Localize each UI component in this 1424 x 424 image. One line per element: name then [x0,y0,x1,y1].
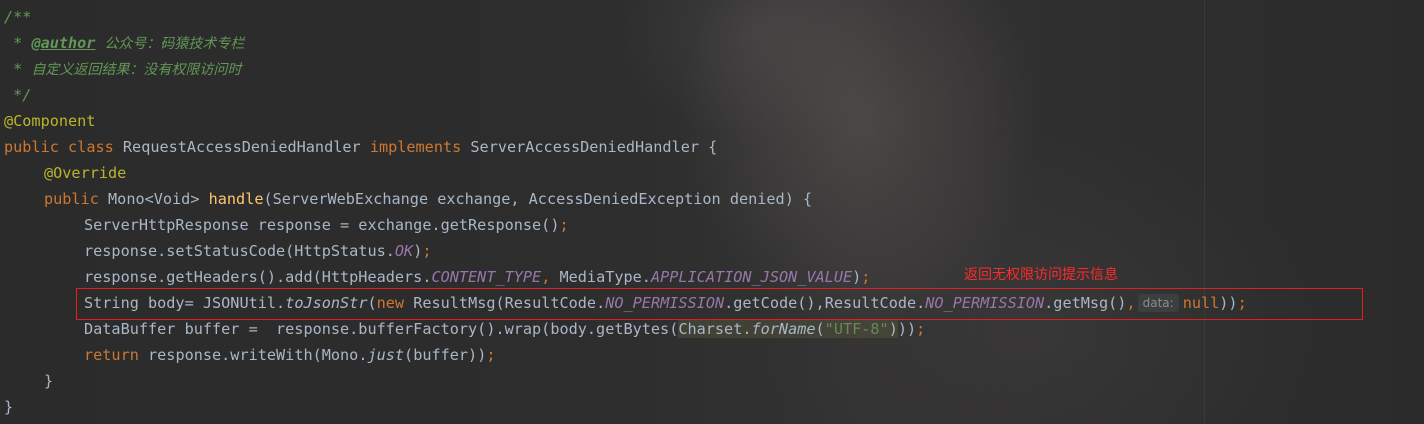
code-line-return[interactable]: return response.writeWith(Mono.just(buff… [84,342,496,368]
override-annotation: @Override [44,164,127,182]
paren-close: ) [888,320,898,338]
statement-buffer: DataBuffer buffer = response.bufferFacto… [84,320,679,338]
paren-close: ) [413,242,423,260]
keyword-public: public [4,138,59,156]
semicolon: ; [916,320,926,338]
doc-comment-open: /** [4,8,32,26]
doc-comment-star: * [4,60,32,78]
code-line-doc-desc[interactable]: * 自定义返回结果：没有权限访问时 [4,56,241,82]
media-type-ref: MediaType. [550,268,651,286]
brace-close: } [44,372,54,390]
keyword-implements: implements [369,138,462,156]
keyword-return: return [84,346,139,364]
brace-close: } [4,398,14,416]
paren-close: )) [897,320,917,338]
string-utf8: "UTF-8" [824,320,889,338]
highlighted-expression: Charset.forName("UTF-8") [678,320,898,338]
const-ok: OK [394,242,414,260]
annotation-note: 返回无权限访问提示信息 [964,267,1118,283]
statement-add-header: response.getHeaders().add(HttpHeaders. [84,268,432,286]
brace-open: { [699,138,718,156]
buffer-arg: (buffer)) [404,346,487,364]
class-name: RequestAccessDeniedHandler [122,138,361,156]
code-line-method-close[interactable]: } [44,368,53,394]
charset-ref: Charset. [678,320,752,338]
code-line-class-close[interactable]: } [4,394,13,420]
highlight-box [76,288,1363,320]
doc-comment-close: */ [4,86,32,104]
return-type: Mono<Void> [108,190,200,208]
keyword-public: public [44,190,99,208]
interface-name: ServerAccessDeniedHandler [470,138,699,156]
code-line-doc-close[interactable]: */ [4,82,31,108]
code-line-component[interactable]: @Component [4,108,95,134]
code-editor[interactable]: /** * @author 公众号：码猿技术专栏 * 自定义返回结果：没有权限访… [0,0,1424,424]
semicolon: ; [559,216,569,234]
const-content-type: CONTENT_TYPE [431,268,542,286]
doc-description: 自定义返回结果：没有权限访问时 [31,62,242,78]
code-line-class-decl[interactable]: public class RequestAccessDeniedHandler … [4,134,717,160]
method-params: (ServerWebExchange exchange, AccessDenie… [263,190,813,208]
code-line-add-header[interactable]: response.getHeaders().add(HttpHeaders.CO… [84,264,870,290]
const-application-json: APPLICATION_JSON_VALUE [650,268,853,286]
semicolon: ; [861,268,871,286]
doc-comment-star: * [4,34,32,52]
statement-get-response: ServerHttpResponse response = exchange.g… [84,216,560,234]
statement-set-status: response.setStatusCode(HttpStatus. [84,242,395,260]
method-name: handle [208,190,264,208]
write-with-call: response.writeWith(Mono. [138,346,368,364]
code-line-set-status[interactable]: response.setStatusCode(HttpStatus.OK); [84,238,432,264]
code-line-override[interactable]: @Override [44,160,126,186]
component-annotation: @Component [4,112,96,130]
right-margin-guide [1204,0,1205,424]
code-line-doc-open[interactable]: /** [4,4,31,30]
code-line-doc-author[interactable]: * @author 公众号：码猿技术专栏 [4,30,244,56]
semicolon: ; [486,346,496,364]
paren-open: ( [815,320,825,338]
semicolon: ; [422,242,432,260]
comma: , [541,268,551,286]
doc-author-tag[interactable]: @author [31,34,95,52]
keyword-class: class [68,138,114,156]
paren-close: ) [852,268,862,286]
doc-author-text: 公众号：码猿技术专栏 [95,36,245,52]
just-call: just [367,346,405,364]
code-line-method-decl[interactable]: public Mono<Void> handle(ServerWebExchan… [44,186,812,212]
code-line-get-response[interactable]: ServerHttpResponse response = exchange.g… [84,212,569,238]
for-name-call: forName [751,320,816,338]
